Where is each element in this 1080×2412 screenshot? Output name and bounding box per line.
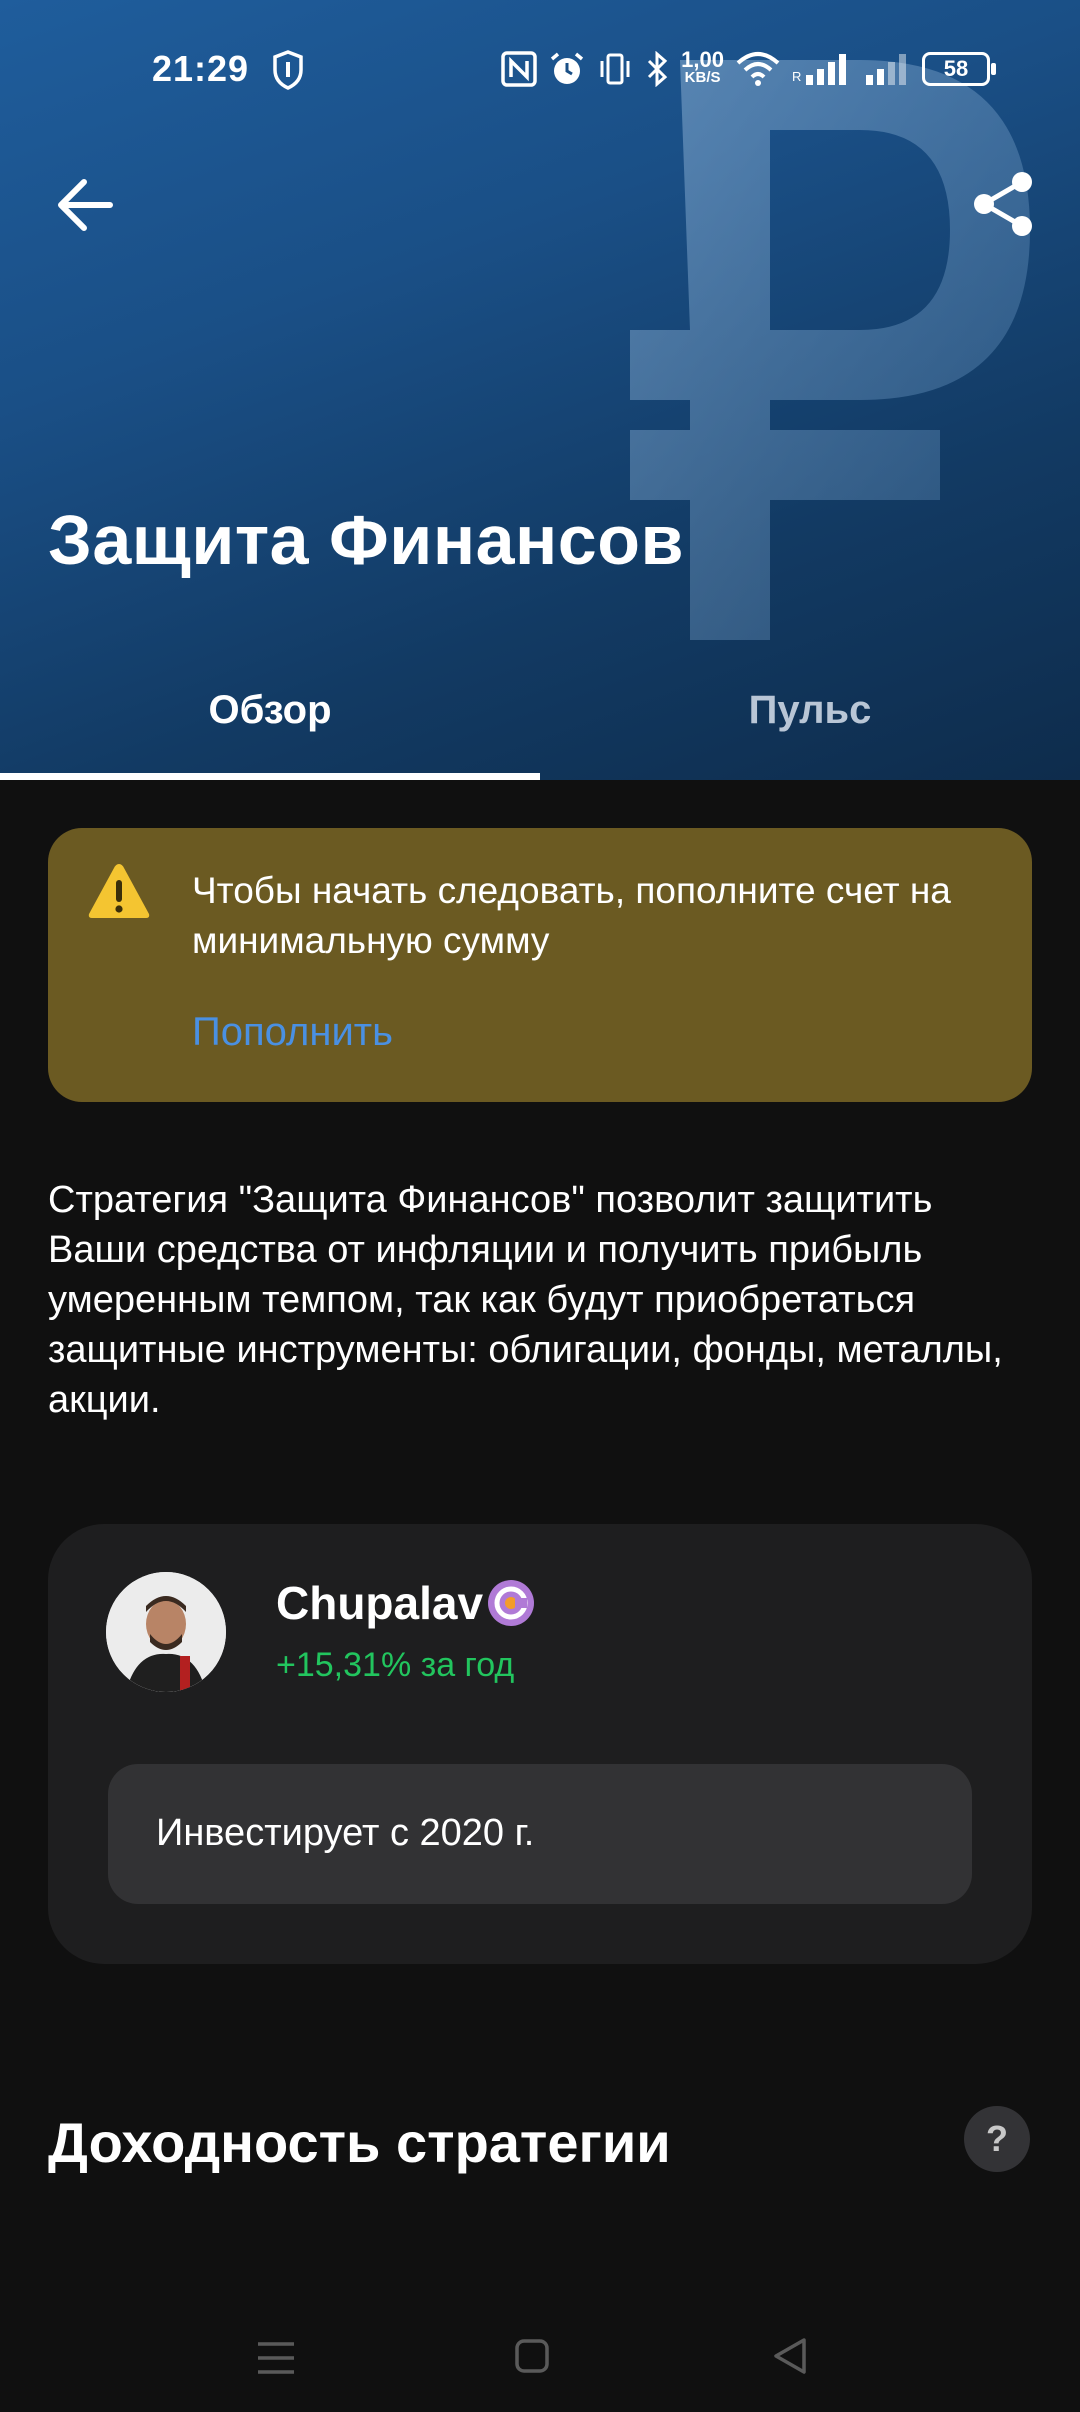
share-icon[interactable] — [968, 168, 1040, 240]
tab-bar: Обзор Пульс — [0, 660, 1080, 780]
system-nav-bar — [0, 2300, 1080, 2412]
verified-badge-icon — [488, 1580, 534, 1626]
svg-text:R: R — [792, 69, 801, 84]
shield-icon — [273, 50, 303, 90]
status-icons: 1,00 KB/S R 58 — [501, 44, 996, 94]
author-name: Chupalav — [276, 1577, 484, 1629]
warning-message: Чтобы начать следовать, пополните счет н… — [192, 870, 951, 961]
speed-value: 1,00 — [681, 47, 724, 72]
author-annual-return: +15,31% за год — [276, 1646, 515, 1684]
section-title-returns: Доходность стратегии — [48, 2111, 671, 2174]
signal-icon-2 — [866, 54, 906, 85]
back-arrow-icon[interactable] — [50, 170, 120, 240]
nfc-icon — [501, 51, 537, 87]
recent-apps-icon[interactable] — [256, 2340, 296, 2376]
investing-since-text: Инвестирует с 2020 г. — [156, 1812, 535, 1854]
help-question-button[interactable]: ? — [964, 2106, 1030, 2172]
status-time: 21:29 — [152, 48, 250, 89]
signal-icon: R — [792, 54, 846, 85]
deposit-warning-banner: Чтобы начать следовать, пополните счет н… — [48, 828, 1032, 1102]
bluetooth-icon — [648, 51, 668, 87]
tab-overview[interactable]: Обзор — [0, 660, 540, 780]
wifi-icon — [736, 52, 780, 86]
battery-indicator: 58 — [922, 52, 996, 86]
network-speed: 1,00 KB/S — [681, 47, 724, 87]
strategy-description: Стратегия "Защита Финансов" позволит защ… — [48, 1179, 1003, 1421]
nav-back-icon[interactable] — [770, 2336, 810, 2376]
speed-unit: KB/S — [684, 69, 721, 86]
alarm-icon — [551, 52, 584, 84]
hero-header: 21:29 1,00 KB/S R 58 Защита Финансов Обз… — [0, 0, 1080, 780]
home-icon[interactable] — [514, 2338, 550, 2374]
status-bar: 21:29 1,00 KB/S R 58 — [0, 40, 1080, 100]
warning-triangle-icon — [88, 864, 150, 918]
author-card[interactable]: Chupalav +15,31% за год Инвестирует с 20… — [48, 1524, 1032, 1964]
avatar-photo — [106, 1572, 226, 1692]
tab-pulse[interactable]: Пульс — [540, 660, 1080, 780]
avatar[interactable] — [106, 1572, 226, 1692]
page-title: Защита Финансов — [48, 501, 685, 579]
vibrate-icon — [600, 53, 630, 85]
investing-since-box: Инвестирует с 2020 г. — [108, 1764, 972, 1904]
top-up-link[interactable]: Пополнить — [192, 1010, 393, 1055]
active-tab-indicator — [0, 773, 540, 780]
